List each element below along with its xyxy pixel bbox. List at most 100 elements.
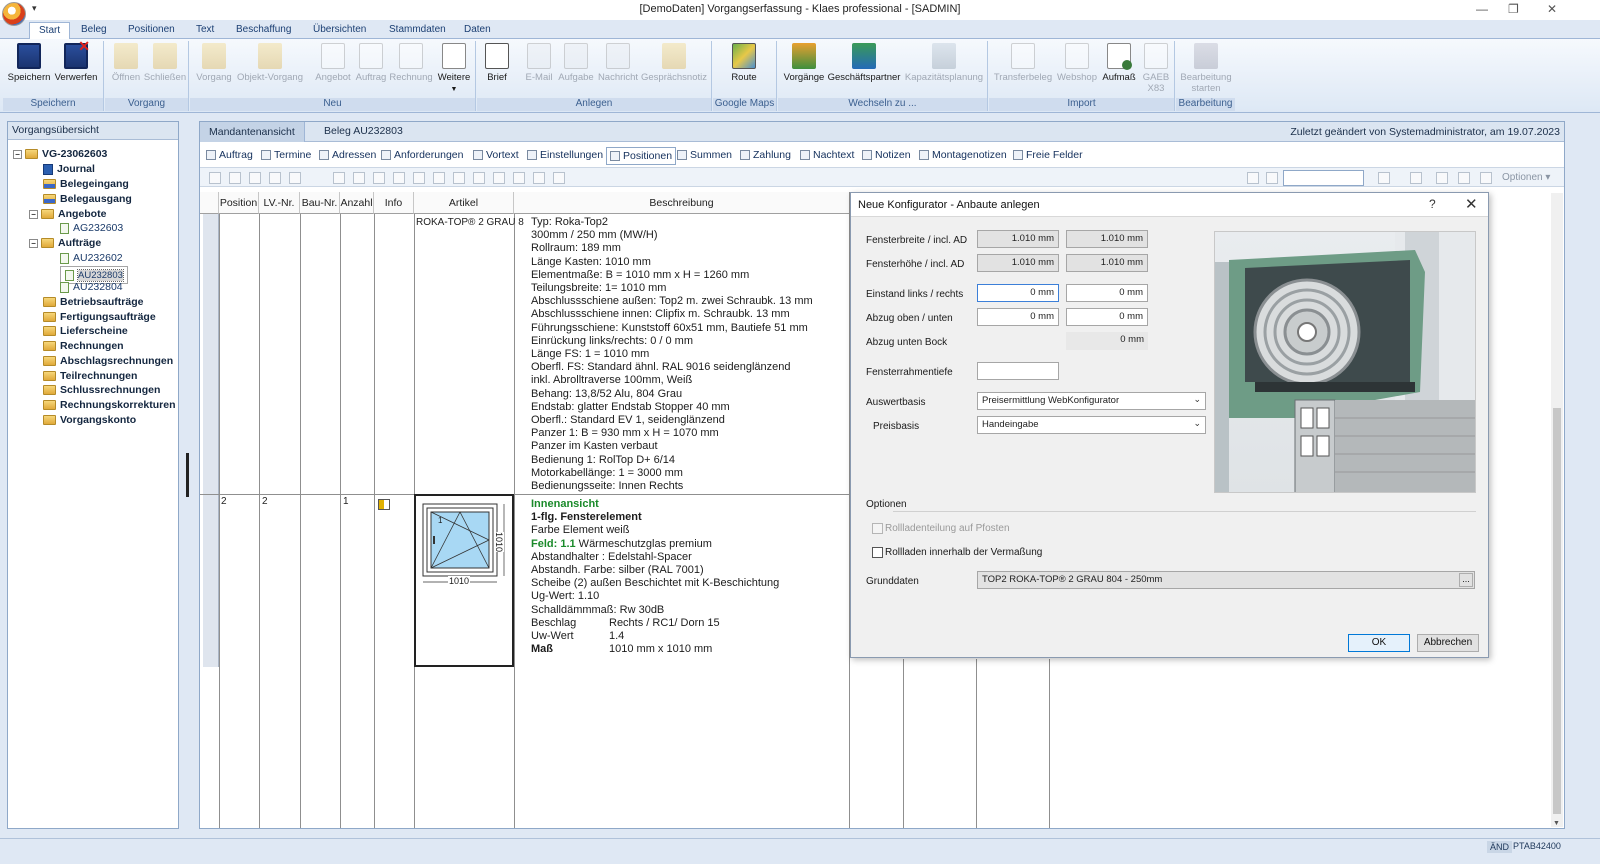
aufgabe-button[interactable]: Aufgabe xyxy=(555,43,597,83)
rollladenteilung-checkbox[interactable] xyxy=(872,523,883,534)
tab-start[interactable]: Start xyxy=(29,22,71,39)
positions-search-input[interactable] xyxy=(1283,170,1364,186)
tool-icon[interactable] xyxy=(289,172,301,184)
new-vorgang-button[interactable]: Vorgang xyxy=(192,43,236,83)
tab-text[interactable]: Text xyxy=(196,22,214,39)
tool-icon[interactable] xyxy=(493,172,505,184)
column-header-lv-nr[interactable]: LV.-Nr. xyxy=(259,192,300,214)
tree-item-rechnungen[interactable]: Rechnungen xyxy=(43,340,124,352)
auswertbasis-select[interactable]: Preisermittlung WebKonfigurator ⌄ xyxy=(977,392,1206,410)
tool-icon[interactable] xyxy=(1378,172,1390,184)
abzug-bock-field[interactable]: 0 mm xyxy=(1066,332,1148,350)
column-header-position[interactable]: Position xyxy=(219,192,259,214)
subtab-auftrag[interactable]: Auftrag xyxy=(206,149,253,161)
tool-icon[interactable] xyxy=(533,172,545,184)
tree-item-au232804[interactable]: AU232804 xyxy=(60,281,123,293)
column-header-beschreibung[interactable]: Beschreibung xyxy=(514,192,850,214)
grunddaten-browse-button[interactable]: ... xyxy=(1459,573,1473,587)
tool-icon[interactable] xyxy=(229,172,241,184)
minimize-icon[interactable]: — xyxy=(1476,2,1488,16)
fensterhoehe-field-1[interactable]: 1.010 mm xyxy=(977,254,1059,272)
weitere-button[interactable]: Weitere ▼ xyxy=(434,43,474,95)
column-header-bau-nr[interactable]: Bau-Nr. xyxy=(300,192,340,214)
tab-stammdaten[interactable]: Stammdaten xyxy=(389,22,446,39)
tool-icon[interactable] xyxy=(473,172,485,184)
column-header-anzahl[interactable]: Anzahl xyxy=(340,192,374,214)
tab-beleg-au232803[interactable]: Beleg AU232803 xyxy=(324,125,403,137)
vertical-scrollbar[interactable]: ▼ xyxy=(1551,193,1563,827)
subtab-summen[interactable]: Summen xyxy=(677,149,732,161)
preisbasis-select[interactable]: Handeingabe ⌄ xyxy=(977,416,1206,434)
ok-button[interactable]: OK xyxy=(1348,634,1410,652)
tool-icon[interactable] xyxy=(209,172,221,184)
subtab-nachtext[interactable]: Nachtext xyxy=(800,149,854,161)
arrow-up-icon[interactable] xyxy=(1480,172,1492,184)
restore-icon[interactable]: ❐ xyxy=(1508,2,1519,16)
einstand-links-input[interactable]: 0 mm xyxy=(977,284,1059,302)
tab-mandantenansicht[interactable]: Mandantenansicht xyxy=(200,122,305,142)
window-element-preview[interactable]: 1 1010 1010 xyxy=(414,494,514,667)
tool-icon[interactable] xyxy=(373,172,385,184)
column-header-info[interactable]: Info xyxy=(374,192,414,214)
arrow-down-icon[interactable] xyxy=(1458,172,1470,184)
tree-item-abschlagsrechnungen[interactable]: Abschlagsrechnungen xyxy=(43,355,173,367)
open-button[interactable]: Öffnen xyxy=(107,43,145,83)
info-status-icon[interactable] xyxy=(378,499,390,510)
close-button[interactable]: Schließen xyxy=(143,43,187,83)
webshop-button[interactable]: Webshop xyxy=(1055,43,1099,83)
subtab-anforderungen[interactable]: Anforderungen xyxy=(381,149,463,161)
cancel-button[interactable]: Abbrechen xyxy=(1417,634,1479,652)
rollladen-vermassung-checkbox[interactable] xyxy=(872,547,883,558)
tree-item-teilrechnungen[interactable]: Teilrechnungen xyxy=(43,370,137,382)
help-icon[interactable]: ? xyxy=(1429,197,1436,211)
tree-item-journal[interactable]: Journal xyxy=(43,163,95,175)
rahmentiefe-input[interactable] xyxy=(977,362,1059,380)
abzug-unten-input[interactable]: 0 mm xyxy=(1066,308,1148,326)
tree-item-ag232603[interactable]: AG232603 xyxy=(60,222,123,234)
tool-icon[interactable] xyxy=(353,172,365,184)
tree-item-belegausgang[interactable]: Belegausgang xyxy=(43,193,132,205)
search-icon[interactable] xyxy=(1266,172,1278,184)
new-angebot-button[interactable]: Angebot xyxy=(312,43,354,83)
subtab-vortext[interactable]: Vortext xyxy=(473,149,519,161)
tool-icon[interactable] xyxy=(453,172,465,184)
objekt-vorgang-button[interactable]: Objekt-Vorgang xyxy=(234,43,306,83)
einstand-rechts-input[interactable]: 0 mm xyxy=(1066,284,1148,302)
bearbeitung-starten-button[interactable]: Bearbeitung starten xyxy=(1178,43,1234,94)
tool-icon[interactable] xyxy=(249,172,261,184)
options-button[interactable]: Optionen ▾ xyxy=(1502,172,1550,183)
tree-item-au232602[interactable]: AU232602 xyxy=(60,252,123,264)
fensterbreite-field-2[interactable]: 1.010 mm xyxy=(1066,230,1148,248)
email-button[interactable]: E-Mail xyxy=(521,43,557,83)
tree-item-fertigungsauftraege[interactable]: Fertigungsaufträge xyxy=(43,311,156,323)
tab-beschaffung[interactable]: Beschaffung xyxy=(236,22,291,39)
close-icon[interactable]: ✕ xyxy=(1465,195,1478,213)
tree-item-schlussrechnungen[interactable]: Schlussrechnungen xyxy=(43,384,160,396)
tab-beleg[interactable]: Beleg xyxy=(81,22,107,39)
tree-item-auftraege[interactable]: − Aufträge xyxy=(29,237,101,249)
subtab-zahlung[interactable]: Zahlung xyxy=(740,149,791,161)
tree-item-belegeingang[interactable]: Belegeingang xyxy=(43,178,129,190)
tab-positionen[interactable]: Positionen xyxy=(128,22,175,39)
brief-button[interactable]: Brief xyxy=(481,43,513,83)
tree-root[interactable]: − VG-23062603 xyxy=(13,148,107,160)
panel-splitter[interactable] xyxy=(186,453,189,497)
collapse-icon[interactable]: − xyxy=(29,209,38,219)
tool-icon[interactable] xyxy=(333,172,345,184)
subtab-freie-felder[interactable]: Freie Felder xyxy=(1013,149,1083,161)
tool-icon[interactable] xyxy=(413,172,425,184)
collapse-icon[interactable]: − xyxy=(13,149,22,159)
new-rechnung-button[interactable]: Rechnung xyxy=(388,43,434,83)
route-button[interactable]: Route xyxy=(727,43,761,83)
gaeb-button[interactable]: GAEB X83 xyxy=(1139,43,1173,94)
subtab-einstellungen[interactable]: Einstellungen xyxy=(527,149,603,161)
delete-icon[interactable] xyxy=(1436,172,1448,184)
tool-icon[interactable] xyxy=(433,172,445,184)
transferbeleg-button[interactable]: Transferbeleg xyxy=(991,43,1055,83)
tree-item-rechnungskorrekturen[interactable]: Rechnungskorrekturen xyxy=(43,399,176,411)
geschaeftspartner-button[interactable]: Geschäftspartner xyxy=(826,43,902,83)
tool-icon[interactable] xyxy=(553,172,565,184)
subtab-notizen[interactable]: Notizen xyxy=(862,149,911,161)
grunddaten-field[interactable]: TOP2 ROKA-TOP® 2 GRAU 804 - 250mm xyxy=(977,571,1475,589)
tree-item-vorgangskonto[interactable]: Vorgangskonto xyxy=(43,414,136,426)
